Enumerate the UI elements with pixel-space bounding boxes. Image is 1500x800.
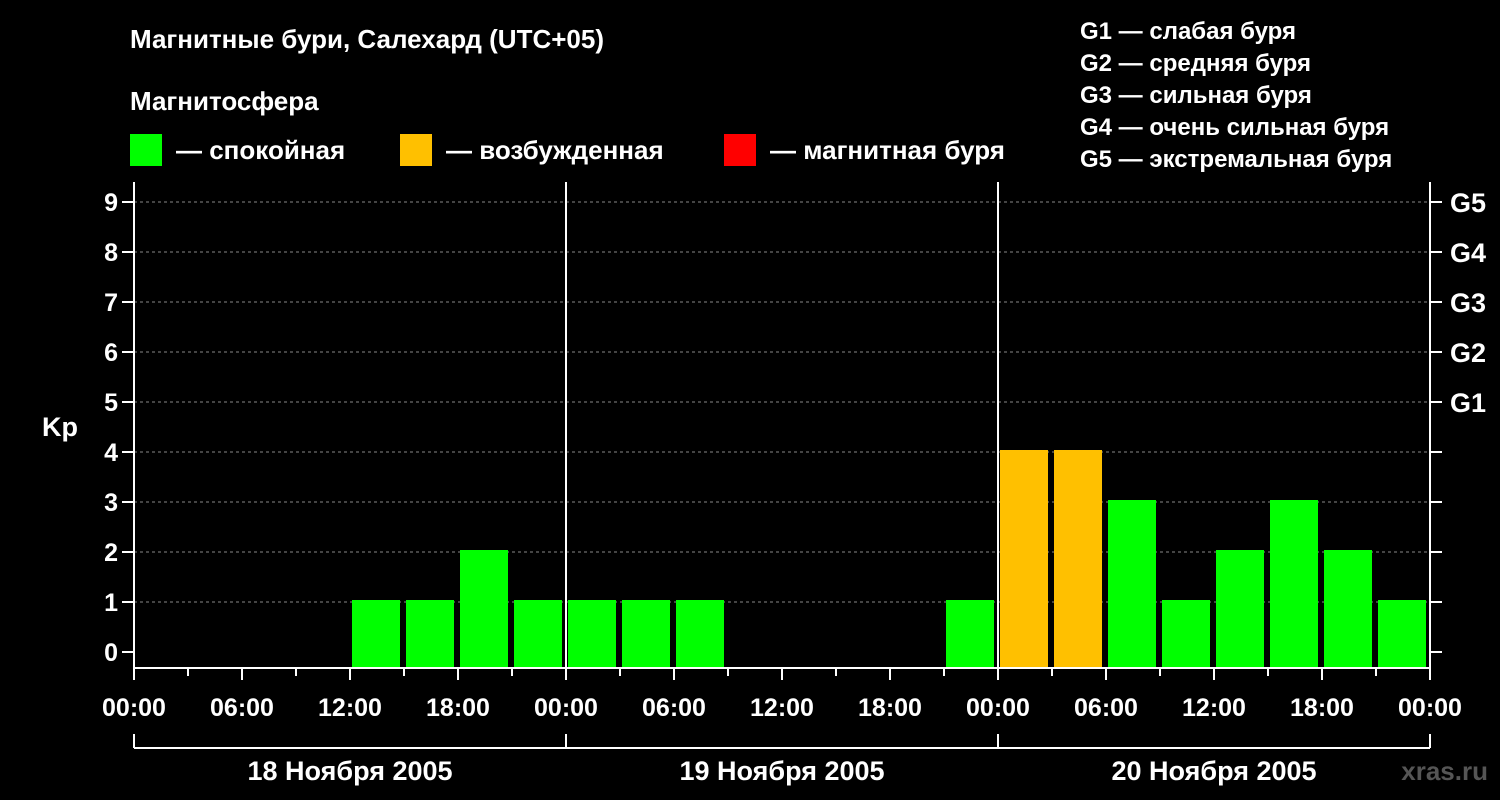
- date-label: 20 Ноября 2005: [1111, 756, 1316, 786]
- x-tick-label: 18:00: [426, 694, 490, 722]
- x-tick-label: 18:00: [1290, 694, 1354, 722]
- x-tick-label: 00:00: [966, 694, 1030, 722]
- x-tick-label: 00:00: [1398, 694, 1462, 722]
- y-tick-label: 7: [104, 289, 118, 317]
- kp-bar: [352, 600, 400, 668]
- kp-bar: [1270, 500, 1318, 668]
- x-tick-label: 06:00: [210, 694, 274, 722]
- y-tick-label: 5: [104, 389, 118, 417]
- date-label: 18 Ноября 2005: [247, 756, 452, 786]
- x-tick-label: 06:00: [642, 694, 706, 722]
- kp-bar: [1378, 600, 1426, 668]
- y-tick-label: 6: [104, 339, 118, 367]
- y-tick-label: 1: [104, 589, 118, 617]
- y-tick-label: 9: [104, 189, 118, 217]
- y-axis-label: Kp: [42, 412, 78, 442]
- x-tick-label: 12:00: [750, 694, 814, 722]
- x-tick-label: 00:00: [102, 694, 166, 722]
- g-tick-label: G2: [1450, 338, 1486, 368]
- kp-bar: [946, 600, 994, 668]
- g-tick-label: G3: [1450, 288, 1486, 318]
- kp-bar: [1324, 550, 1372, 668]
- kp-bar: [1054, 450, 1102, 668]
- kp-bar: [514, 600, 562, 668]
- date-label: 19 Ноября 2005: [679, 756, 884, 786]
- kp-bar: [406, 600, 454, 668]
- x-tick-label: 12:00: [1182, 694, 1246, 722]
- g-tick-label: G4: [1450, 238, 1486, 268]
- kp-bar: [568, 600, 616, 668]
- x-tick-label: 18:00: [858, 694, 922, 722]
- kp-bar: [1216, 550, 1264, 668]
- watermark: xras.ru: [1401, 756, 1488, 786]
- kp-bar: [1108, 500, 1156, 668]
- y-tick-label: 8: [104, 239, 118, 267]
- kp-bar: [676, 600, 724, 668]
- x-tick-label: 06:00: [1074, 694, 1138, 722]
- g-tick-label: G1: [1450, 388, 1486, 418]
- y-tick-label: 3: [104, 489, 118, 517]
- kp-chart: 0 1 2 3 4 5 6 7 8 9 G1 G2 G3 G4 G5 Kp 00:00 06:00 12:00 18:…: [42, 182, 1486, 786]
- kp-bar: [622, 600, 670, 668]
- g-tick-label: G5: [1450, 188, 1486, 218]
- kp-bar: [460, 550, 508, 668]
- x-tick-label: 00:00: [534, 694, 598, 722]
- kp-bar: [1000, 450, 1048, 668]
- x-tick-label: 12:00: [318, 694, 382, 722]
- y-tick-label: 2: [104, 539, 118, 567]
- y-tick-label: 0: [104, 639, 118, 667]
- kp-bar: [1162, 600, 1210, 668]
- y-tick-label: 4: [104, 439, 118, 467]
